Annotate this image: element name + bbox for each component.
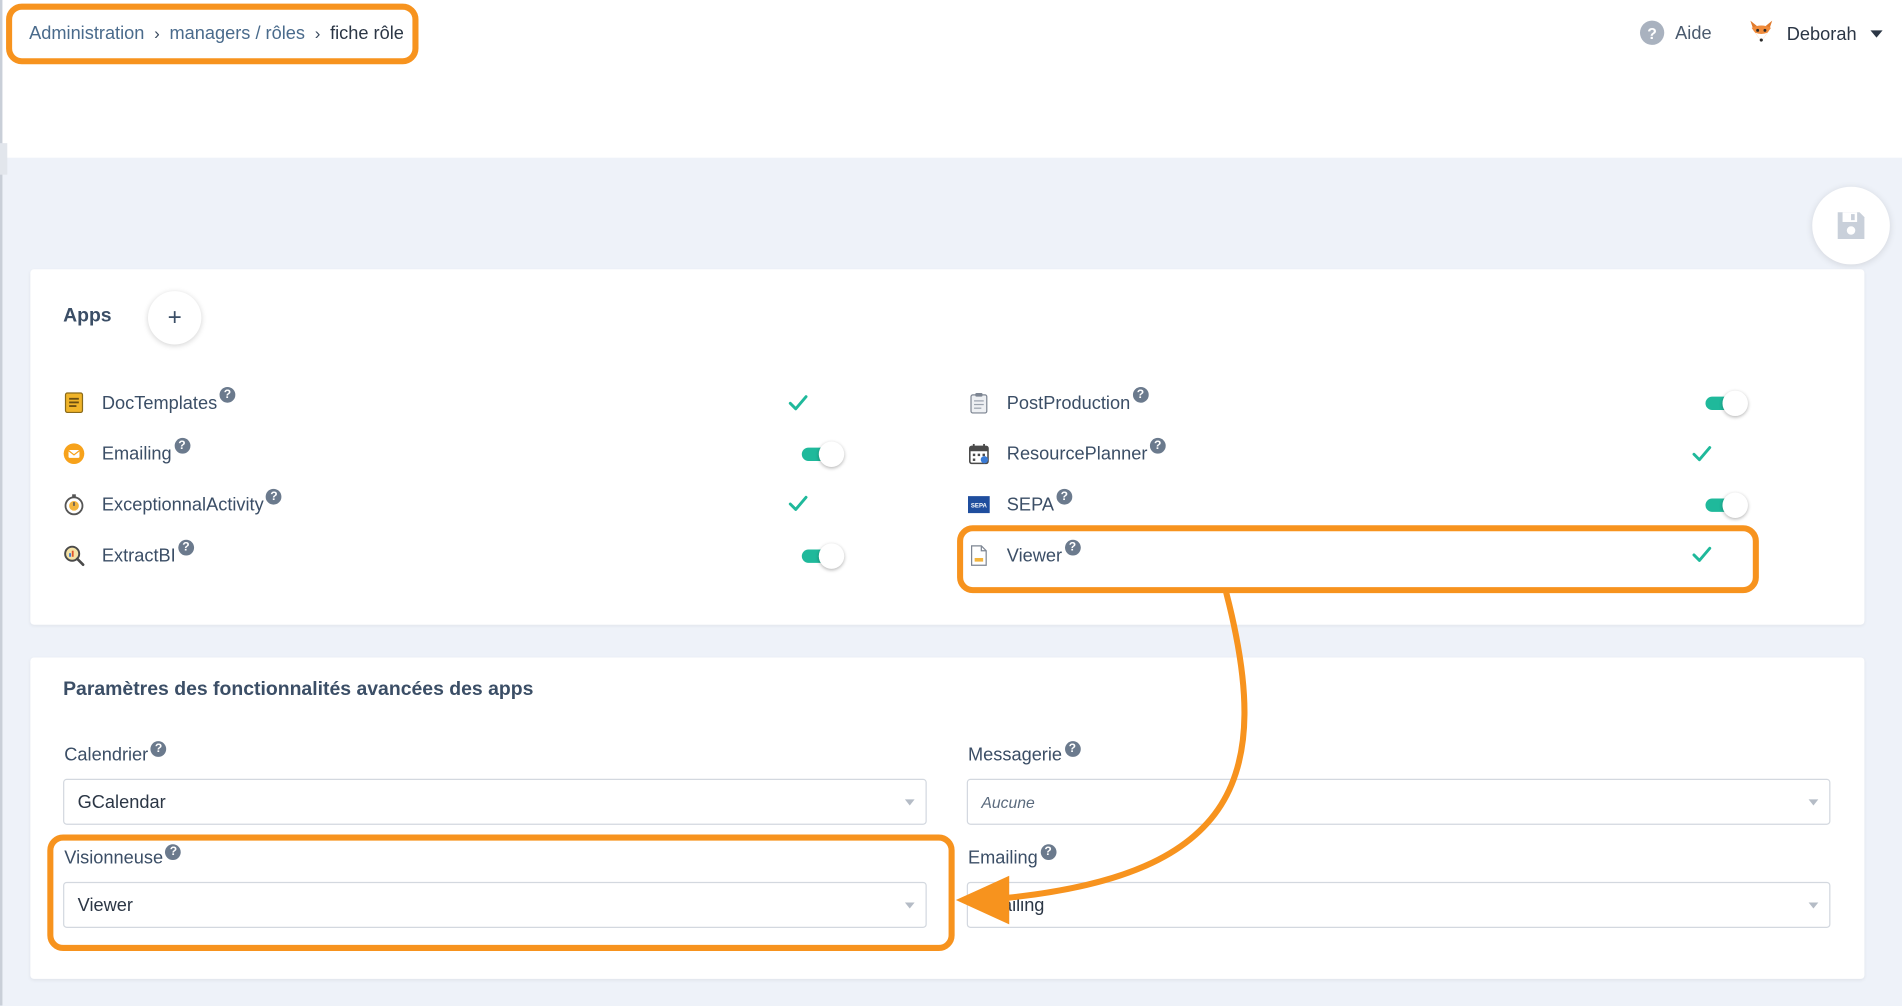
app-stage: Administration › managers / rôles › fich… xyxy=(0,0,1902,1006)
annotation-arrow xyxy=(955,590,1248,925)
